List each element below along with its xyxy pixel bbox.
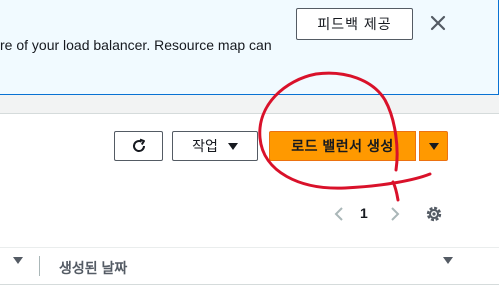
sort-icon[interactable] (443, 257, 453, 282)
refresh-button[interactable] (114, 131, 163, 161)
refresh-icon (132, 138, 145, 152)
chevron-left-icon[interactable] (332, 205, 346, 223)
sort-icon[interactable] (13, 257, 23, 282)
load-balancers-panel: 작업 로드 밸런서 생성 1 생성된 날짜 (0, 113, 499, 302)
chevron-right-icon[interactable] (388, 205, 402, 223)
caret-down-icon (227, 142, 238, 150)
actions-label: 작업 (192, 138, 218, 154)
table-header: 생성된 날짜 (0, 247, 499, 285)
create-load-balancer-button[interactable]: 로드 밸런서 생성 (269, 131, 416, 161)
info-banner: re of your load balancer. Resource map c… (0, 0, 499, 95)
close-icon[interactable] (428, 13, 448, 33)
banner-text: re of your load balancer. Resource map c… (0, 37, 272, 53)
gear-icon[interactable] (424, 204, 444, 224)
current-page[interactable]: 1 (360, 205, 368, 221)
column-divider[interactable] (39, 256, 40, 276)
actions-dropdown[interactable]: 작업 (172, 131, 258, 161)
create-load-balancer-dropdown[interactable] (419, 131, 448, 161)
feedback-button[interactable]: 피드백 제공 (296, 8, 413, 40)
caret-down-icon (428, 142, 439, 150)
column-header-created-date[interactable]: 생성된 날짜 (59, 258, 127, 278)
